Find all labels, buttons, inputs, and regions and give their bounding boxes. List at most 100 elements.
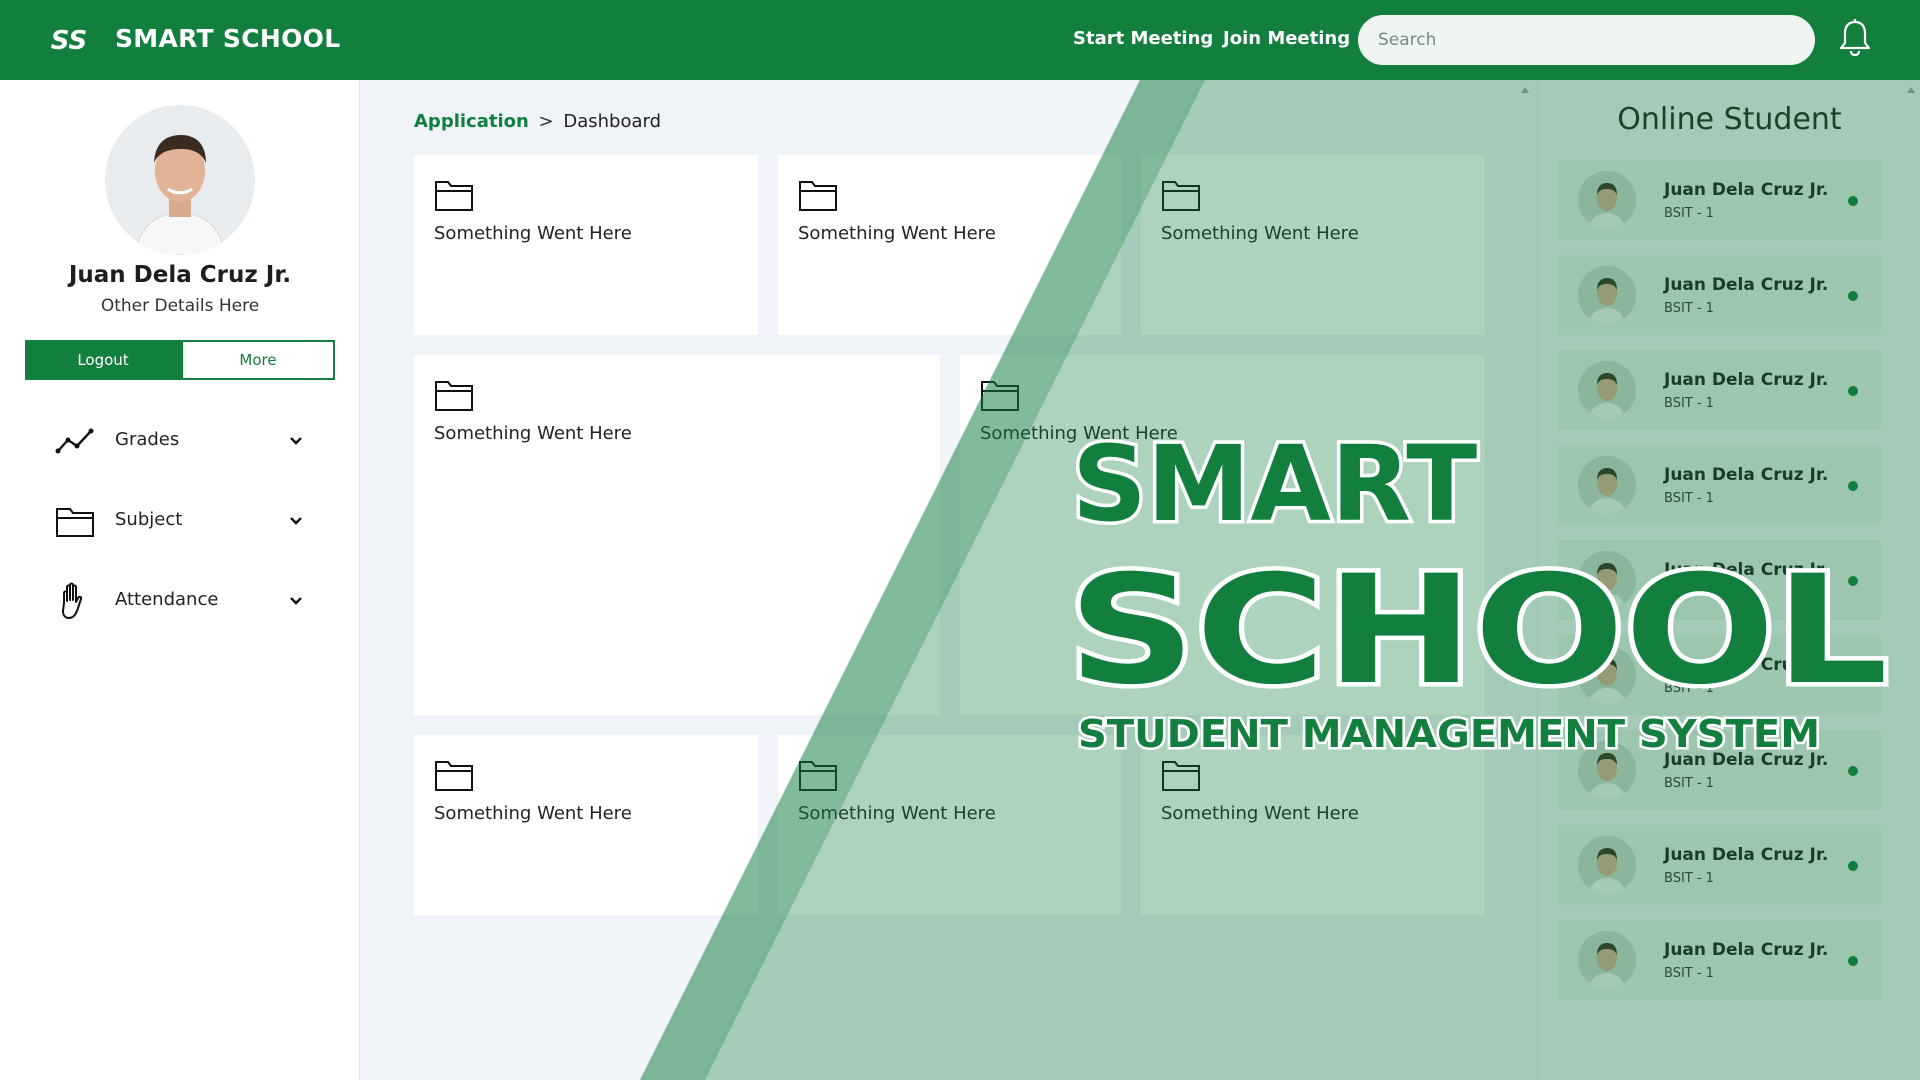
student-course: BSIT - 1	[1664, 776, 1714, 791]
more-button[interactable]: More	[181, 340, 335, 380]
student-course: BSIT - 1	[1664, 966, 1714, 981]
card-text: Something Went Here	[980, 423, 1178, 444]
student-list-item[interactable]: Juan Dela Cruz Jr. BSIT - 1	[1558, 350, 1881, 430]
dashboard-card[interactable]: Something Went Here	[414, 155, 758, 335]
student-avatar	[1578, 646, 1636, 704]
card-text: Something Went Here	[798, 803, 996, 824]
search-input[interactable]	[1358, 15, 1815, 65]
student-course: BSIT - 1	[1664, 206, 1714, 221]
student-list-item[interactable]: Juan Dela Cruz Jr. BSIT - 1	[1558, 160, 1881, 240]
profile-avatar	[105, 105, 255, 255]
card-text: Something Went Here	[1161, 803, 1359, 824]
student-course: BSIT - 1	[1664, 491, 1714, 506]
online-students-panel: Online Student Juan Dela Cruz Jr. BSIT - …	[1537, 80, 1920, 1080]
breadcrumb-separator: >	[538, 111, 554, 132]
student-name: Juan Dela Cruz Jr.	[1664, 275, 1829, 295]
student-avatar	[1578, 456, 1636, 514]
student-name: Juan Dela Cruz Jr.	[1664, 465, 1829, 485]
student-list-item[interactable]: Juan Dela Cruz Jr. BSIT - 1	[1558, 540, 1881, 620]
folder-icon	[981, 381, 1019, 411]
student-name: Juan Dela Cruz Jr.	[1664, 560, 1829, 580]
profile-name: Juan Dela Cruz Jr.	[68, 262, 292, 288]
left-sidebar: Juan Dela Cruz Jr. Other Details Here Lo…	[0, 80, 360, 1080]
student-name: Juan Dela Cruz Jr.	[1664, 750, 1829, 770]
app-title: SMART SCHOOL	[115, 24, 341, 53]
breadcrumb-current: Dashboard	[563, 111, 662, 132]
chevron-down-icon	[290, 597, 302, 605]
student-name: Juan Dela Cruz Jr.	[1664, 180, 1829, 200]
dashboard-card[interactable]: Something Went Here	[778, 155, 1121, 335]
scroll-up-arrow[interactable]	[1520, 86, 1530, 94]
folder-icon	[799, 761, 837, 791]
card-text: Something Went Here	[1161, 223, 1359, 244]
breadcrumb: Application > Dashboard	[414, 111, 661, 132]
profile-details: Other Details Here	[100, 296, 260, 316]
online-students-title: Online Student	[1617, 102, 1842, 137]
logout-button[interactable]: Logout	[25, 340, 181, 380]
chevron-down-icon	[290, 517, 302, 525]
online-status-dot	[1848, 956, 1858, 966]
online-status-dot	[1848, 861, 1858, 871]
dashboard-card[interactable]: Something Went Here	[1141, 735, 1485, 915]
student-course: BSIT - 1	[1664, 586, 1714, 601]
student-avatar	[1578, 931, 1636, 989]
dashboard-card[interactable]: Something Went Here	[960, 355, 1485, 715]
student-avatar	[1578, 171, 1636, 229]
logo-icon: SS	[51, 26, 88, 54]
folder-icon	[1162, 761, 1200, 791]
student-name: Juan Dela Cruz Jr.	[1664, 845, 1829, 865]
online-status-dot	[1848, 766, 1858, 776]
student-list-item[interactable]: Juan Dela Cruz Jr. BSIT - 1	[1558, 730, 1881, 810]
sidebar-item-label: Subject	[115, 509, 183, 530]
online-status-dot	[1848, 671, 1858, 681]
student-avatar	[1578, 361, 1636, 419]
student-course: BSIT - 1	[1664, 871, 1714, 886]
student-list-item[interactable]: Juan Dela Cruz Jr. BSIT - 1	[1558, 635, 1881, 715]
card-text: Something Went Here	[434, 423, 632, 444]
folder-icon	[435, 181, 473, 211]
student-avatar	[1578, 266, 1636, 324]
student-list-item[interactable]: Juan Dela Cruz Jr. BSIT - 1	[1558, 825, 1881, 905]
bell-icon[interactable]	[1838, 18, 1872, 58]
dashboard-card[interactable]: Something Went Here	[414, 735, 758, 915]
online-status-dot	[1848, 196, 1858, 206]
sidebar-item-grades[interactable]: Grades	[50, 415, 310, 465]
sidebar-item-label: Attendance	[115, 589, 219, 610]
join-meeting-link[interactable]: Join Meeting	[1223, 28, 1350, 49]
folder-icon	[56, 508, 94, 537]
top-navbar: SS SMART SCHOOL Start Meeting Join Meeti…	[0, 0, 1920, 80]
student-avatar	[1578, 551, 1636, 609]
line-chart-icon	[55, 428, 94, 454]
start-meeting-link[interactable]: Start Meeting	[1073, 28, 1213, 49]
student-name: Juan Dela Cruz Jr.	[1664, 370, 1829, 390]
student-name: Juan Dela Cruz Jr.	[1664, 940, 1829, 960]
scroll-up-arrow[interactable]	[1906, 86, 1916, 94]
online-status-dot	[1848, 576, 1858, 586]
online-status-dot	[1848, 481, 1858, 491]
student-list-item[interactable]: Juan Dela Cruz Jr. BSIT - 1	[1558, 920, 1881, 1000]
dashboard-card[interactable]: Something Went Here	[1141, 155, 1485, 335]
student-name: Juan Dela Cruz Jr.	[1664, 655, 1829, 675]
student-avatar	[1578, 741, 1636, 799]
student-course: BSIT - 1	[1664, 681, 1714, 696]
student-list-item[interactable]: Juan Dela Cruz Jr. BSIT - 1	[1558, 255, 1881, 335]
folder-icon	[1162, 181, 1200, 211]
sidebar-item-subject[interactable]: Subject	[50, 495, 310, 545]
sidebar-item-attendance[interactable]: Attendance	[50, 575, 310, 625]
sidebar-item-label: Grades	[115, 429, 180, 450]
breadcrumb-root[interactable]: Application	[414, 111, 529, 132]
chevron-down-icon	[290, 437, 302, 445]
online-status-dot	[1848, 291, 1858, 301]
folder-icon	[435, 761, 473, 791]
online-status-dot	[1848, 386, 1858, 396]
svg-text:SS: SS	[51, 26, 88, 54]
card-text: Something Went Here	[434, 223, 632, 244]
folder-icon	[799, 181, 837, 211]
dashboard-card[interactable]: Something Went Here	[778, 735, 1121, 915]
student-list-item[interactable]: Juan Dela Cruz Jr. BSIT - 1	[1558, 445, 1881, 525]
folder-icon	[435, 381, 473, 411]
card-text: Something Went Here	[798, 223, 996, 244]
dashboard-card[interactable]: Something Went Here	[414, 355, 940, 715]
hand-icon	[62, 582, 83, 619]
student-course: BSIT - 1	[1664, 301, 1714, 316]
